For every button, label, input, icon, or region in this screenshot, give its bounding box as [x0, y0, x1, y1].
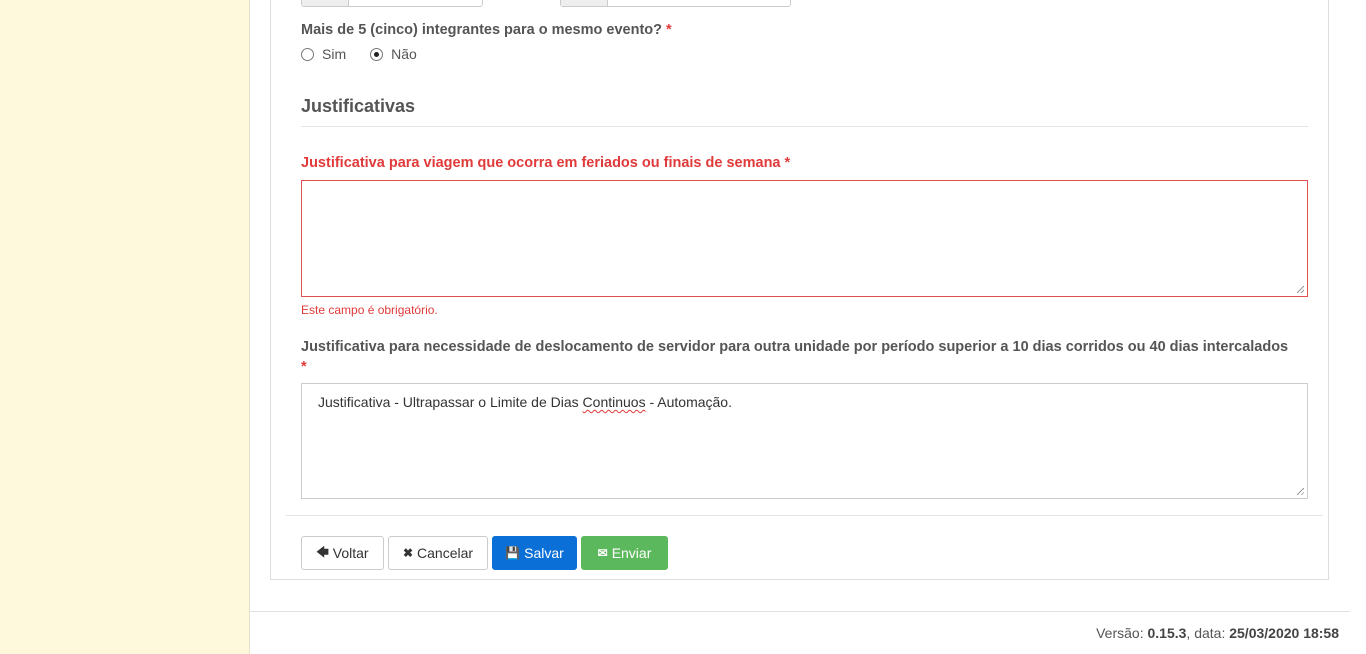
version-label: Versão:	[1096, 625, 1144, 641]
feriados-label-text: Justificativa para viagem que ocorra em …	[301, 155, 781, 171]
feriados-textarea[interactable]	[301, 180, 1308, 297]
envelope-icon: ✉	[597, 546, 608, 560]
save-button[interactable]: 💾 Salvar	[492, 536, 577, 570]
deslocamento-textarea[interactable]: Justificativa - Ultrapassar o Limite de …	[301, 383, 1308, 499]
resize-handle-icon[interactable]	[1297, 286, 1304, 293]
feriados-textarea-value	[302, 181, 1307, 201]
cancel-button-label: Cancelar	[417, 545, 474, 561]
radio-nao-label[interactable]: Não	[391, 46, 417, 62]
feriados-error-message: Este campo é obrigatório.	[301, 303, 438, 317]
textarea-text: Justificativa - Ultrapassar o Limite de …	[318, 394, 583, 410]
date-label: , data:	[1186, 625, 1226, 641]
footer-divider	[250, 611, 1350, 612]
radio-sim-label[interactable]: Sim	[322, 46, 346, 62]
question-label-text: Mais de 5 (cinco) integrantes para o mes…	[301, 22, 662, 38]
required-mark: *	[784, 155, 791, 171]
radio-group: Sim Não	[301, 46, 441, 62]
section-divider	[301, 126, 1308, 127]
radio-sim[interactable]	[301, 47, 314, 61]
floppy-disk-icon: 💾	[505, 546, 521, 560]
section-title: Justificativas	[301, 96, 416, 116]
main-content: Mais de 5 (cinco) integrantes para o mes…	[250, 0, 1350, 654]
textarea-text: - Automação.	[645, 394, 732, 410]
form-footer-divider	[286, 515, 1323, 516]
previous-field-input-2[interactable]	[560, 0, 791, 7]
deslocamento-label-text: Justificativa para necessidade de desloc…	[301, 339, 1289, 355]
radio-nao[interactable]	[370, 47, 384, 61]
back-button[interactable]: 🡄 Voltar	[301, 536, 384, 570]
build-date: 25/03/2020 18:58	[1229, 625, 1339, 641]
send-button-label: Enviar	[611, 545, 652, 561]
misspelled-word: Continuos	[582, 394, 646, 410]
required-mark: *	[666, 22, 672, 38]
form-panel: Mais de 5 (cinco) integrantes para o mes…	[270, 0, 1329, 580]
question-label: Mais de 5 (cinco) integrantes para o mes…	[301, 22, 672, 38]
version-number: 0.15.3	[1147, 625, 1187, 641]
sidebar	[0, 0, 250, 654]
required-mark: *	[301, 359, 307, 375]
back-button-label: Voltar	[332, 545, 369, 561]
deslocamento-label: Justificativa para necessidade de desloc…	[301, 337, 1311, 377]
feriados-label: Justificativa para viagem que ocorra em …	[301, 155, 790, 171]
send-button[interactable]: ✉ Enviar	[581, 536, 668, 570]
previous-field-input-1[interactable]	[301, 0, 483, 7]
cancel-button[interactable]: ✖ Cancelar	[388, 536, 488, 570]
times-icon: ✖	[402, 546, 414, 560]
deslocamento-textarea-value: Justificativa - Ultrapassar o Limite de …	[302, 384, 1307, 420]
input-addon	[561, 0, 608, 6]
resize-handle-icon[interactable]	[1297, 488, 1304, 495]
arrow-left-icon: 🡄	[316, 544, 329, 559]
input-addon	[302, 0, 349, 6]
save-button-label: Salvar	[524, 545, 564, 561]
version-info: Versão: 0.15.3, data: 25/03/2020 18:58	[1096, 625, 1339, 641]
